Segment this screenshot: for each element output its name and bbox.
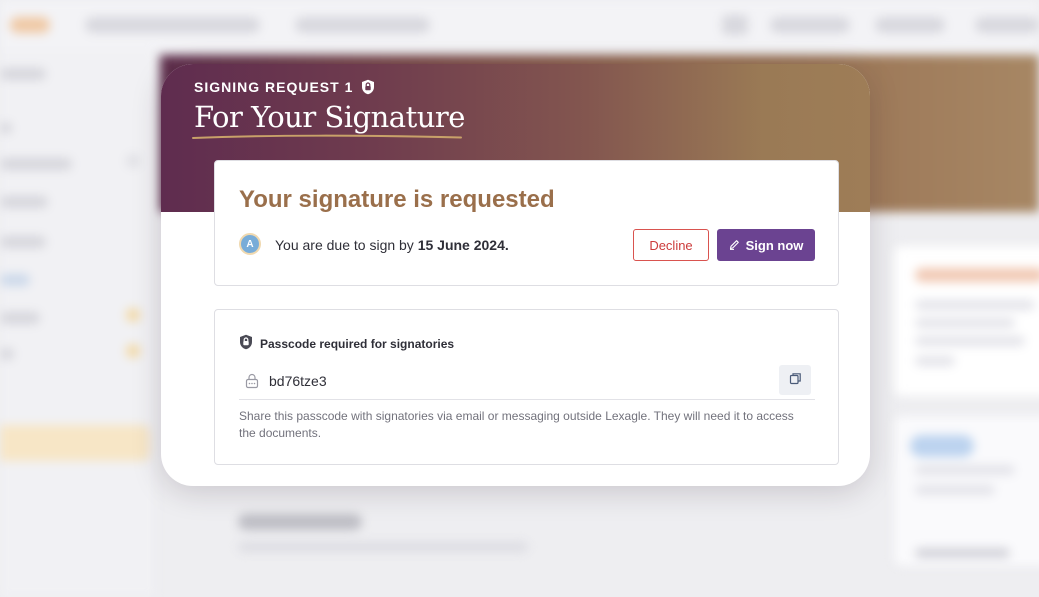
background-topbar	[0, 0, 1039, 51]
background-sidebar	[0, 50, 156, 597]
signing-request-eyebrow: SIGNING REQUEST 1	[194, 79, 375, 95]
copy-passcode-button[interactable]	[779, 365, 811, 395]
pen-icon	[729, 238, 740, 253]
passcode-value[interactable]: bd76tze3	[269, 373, 327, 389]
signing-request-modal: SIGNING REQUEST 1 For Your Signature You…	[161, 64, 870, 486]
passcode-help-text: Share this passcode with signatories via…	[239, 409, 794, 440]
passcode-title-label: Passcode required for signatories	[260, 336, 455, 351]
title-underline	[192, 134, 462, 139]
copy-icon	[789, 372, 802, 388]
due-prefix: You are due to sign by	[275, 237, 418, 253]
passcode-title: Passcode required for signatories	[239, 334, 454, 353]
passcode-field[interactable]: bd76tze3	[239, 365, 815, 400]
decline-label: Decline	[649, 237, 693, 253]
passcode-card: Passcode required for signatories bd76tz…	[214, 309, 839, 465]
avatar-initial: A	[246, 238, 254, 250]
avatar: A	[239, 233, 261, 255]
padlock-icon	[245, 373, 259, 394]
sign-now-button[interactable]: Sign now	[717, 229, 815, 261]
signature-request-card: Your signature is requested A You are du…	[214, 160, 839, 286]
signature-heading: Your signature is requested	[239, 186, 555, 213]
decline-button[interactable]: Decline	[633, 229, 709, 261]
shield-lock-icon	[361, 79, 375, 95]
due-date: 15 June 2024.	[417, 237, 509, 253]
shield-lock-icon	[239, 334, 253, 353]
eyebrow-label: SIGNING REQUEST 1	[194, 79, 354, 95]
due-date-text: You are due to sign by 15 June 2024.	[275, 237, 509, 253]
sign-now-label: Sign now	[745, 237, 804, 253]
page-title: For Your Signature	[194, 100, 465, 134]
